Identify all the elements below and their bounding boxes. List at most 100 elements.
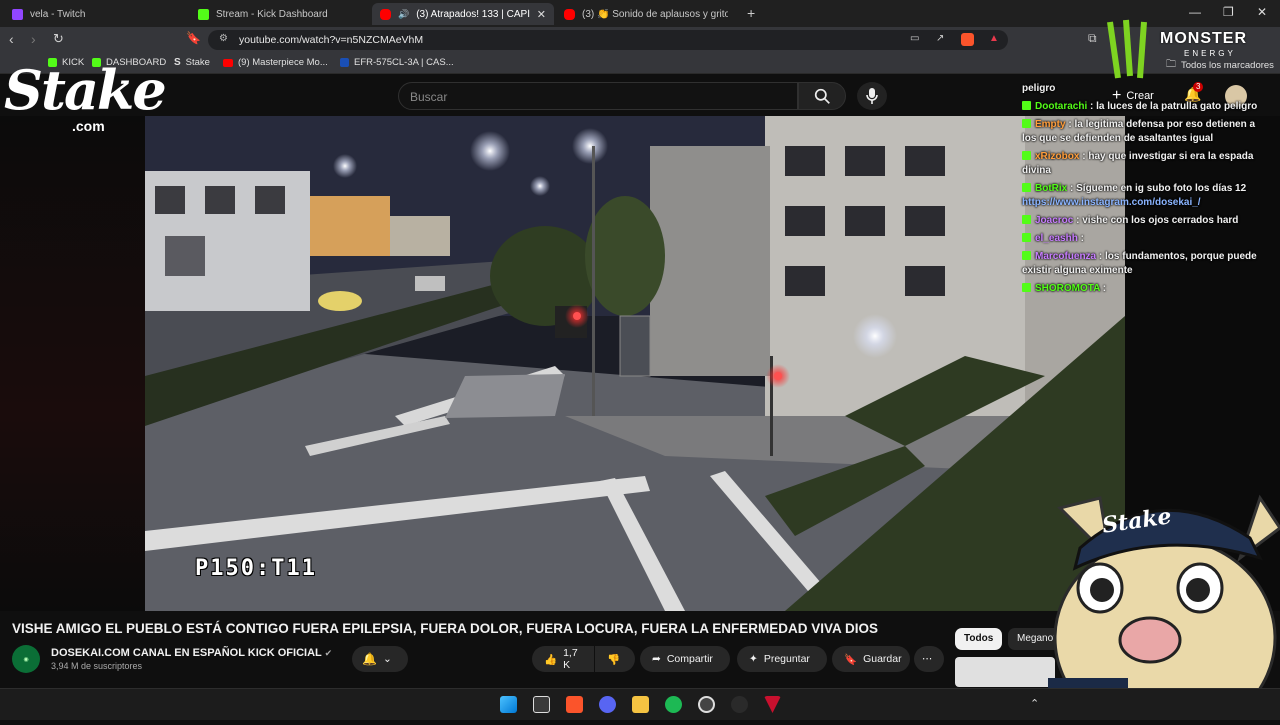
monster-logo-sub: ENERGY — [1184, 49, 1236, 58]
voice-search-button[interactable] — [857, 82, 887, 110]
reload-icon[interactable]: ↻ — [53, 31, 64, 47]
ask-button[interactable]: ✦ Preguntar — [737, 646, 827, 672]
tab-kick-dashboard[interactable]: Stream - Kick Dashboard — [190, 3, 370, 25]
app-icon[interactable] — [731, 696, 748, 713]
task-view-icon[interactable] — [533, 696, 550, 713]
subscriber-count: 3,94 M de suscriptores — [51, 661, 143, 671]
kick-badge-icon — [1022, 183, 1031, 192]
cast-icon[interactable]: ▭ — [910, 33, 919, 44]
video-title: VISHE AMIGO EL PUEBLO ESTÁ CONTIGO FUERA… — [12, 621, 879, 636]
kick-badge-icon — [1022, 101, 1031, 110]
casio-icon — [340, 58, 349, 67]
chat-username[interactable]: el_eashh — [1035, 233, 1078, 244]
left-background — [0, 116, 145, 611]
chat-text: peligro — [1022, 83, 1056, 94]
chat-text: : — [1080, 233, 1084, 244]
video-player[interactable]: P150:T11 — [145, 116, 1125, 611]
bookmark-casio[interactable]: EFR-575CL-3A | CAS... — [340, 57, 454, 68]
kick-badge-icon — [1022, 215, 1031, 224]
microphone-icon — [866, 88, 878, 104]
dislike-button[interactable]: 👎 — [595, 646, 635, 672]
search-button[interactable] — [798, 82, 846, 110]
channel-name-text: DOSEKAI.COM CANAL EN ESPAÑOL KICK OFICIA… — [51, 647, 322, 659]
chat-username[interactable]: Marcofuenza — [1035, 251, 1096, 262]
chat-username[interactable]: Joacroc — [1035, 215, 1073, 226]
chat-username[interactable]: Dootarachi — [1035, 101, 1087, 112]
tab-youtube-active[interactable]: 🔊 (3) Atrapados! 133 | CAPÍTUL ✕ — [372, 3, 554, 25]
chat-username[interactable]: BotRix — [1035, 183, 1067, 194]
chat-link[interactable]: https://www.instagram.com/dosekai_/ — [1022, 197, 1201, 208]
discord-icon[interactable] — [599, 696, 616, 713]
tidal-icon[interactable] — [764, 696, 781, 713]
url-text[interactable]: youtube.com/watch?v=n5NZCMAeVhM — [239, 34, 423, 46]
bookmark-icon[interactable]: 🔖 — [186, 31, 201, 45]
start-icon[interactable] — [500, 696, 517, 713]
tab-youtube-aplausos[interactable]: (3) 👏 Sonido de aplausos y gritos d — [556, 3, 736, 25]
bookmark-masterpiece[interactable]: (9) Masterpiece Mo... — [223, 57, 328, 68]
maximize-icon[interactable]: ❐ — [1223, 5, 1234, 19]
obs-icon[interactable] — [698, 696, 715, 713]
kick-badge-icon — [1022, 233, 1031, 242]
chat-message: peligro — [1022, 82, 1272, 96]
close-window-icon[interactable]: ✕ — [1257, 5, 1267, 19]
chat-message: Marcofuenza : los fundamentos, porque pu… — [1022, 250, 1272, 278]
spotify-icon[interactable] — [665, 696, 682, 713]
save-button[interactable]: 🔖 Guardar — [832, 646, 910, 672]
back-icon[interactable]: ‹ — [9, 31, 14, 47]
forward-icon[interactable]: › — [31, 31, 36, 47]
site-info-icon[interactable]: ⚙ — [219, 33, 228, 44]
channel-name[interactable]: DOSEKAI.COM CANAL EN ESPAÑOL KICK OFICIA… — [51, 647, 332, 659]
share-label: Compartir — [666, 653, 713, 665]
chevron-down-icon: ⌄ — [382, 653, 392, 665]
tab-title: (3) Atrapados! 133 | CAPÍTUL — [416, 8, 530, 20]
share-icon: ➦ — [652, 653, 661, 665]
search-input[interactable]: Buscar — [398, 82, 798, 110]
file-explorer-icon[interactable] — [632, 696, 649, 713]
subscribe-bell-button[interactable]: 🔔 ⌄ — [352, 646, 408, 672]
address-bar[interactable]: ⚙ youtube.com/watch?v=n5NZCMAeVhM ▭ ↗ ▲ — [208, 30, 1008, 50]
like-button[interactable]: 👍 1,7 K — [532, 646, 594, 672]
monster-claw-icon — [1107, 19, 1147, 79]
share-button[interactable]: ➦ Compartir — [640, 646, 730, 672]
tab-twitch[interactable]: vela - Twitch — [4, 3, 190, 25]
chat-text: : vishe con los ojos cerrados hard — [1076, 215, 1239, 226]
more-actions-button[interactable]: ⋯ — [914, 646, 944, 672]
windows-taskbar: ⌃ — [0, 688, 1280, 720]
ask-label: Preguntar — [763, 653, 810, 665]
chip-todos[interactable]: Todos — [955, 628, 1003, 650]
more-icon: ⋯ — [922, 653, 933, 665]
tab-title: Stream - Kick Dashboard — [216, 8, 328, 20]
tab-title: (3) 👏 Sonido de aplausos y gritos d — [582, 8, 728, 20]
search-icon — [814, 88, 830, 104]
chat-message: SHOROMOTA : — [1022, 282, 1272, 296]
chat-username[interactable]: SHOROMOTA — [1035, 283, 1100, 294]
new-tab-button[interactable]: + — [747, 5, 755, 21]
share-icon[interactable]: ↗ — [936, 33, 944, 44]
close-tab-icon[interactable]: ✕ — [537, 8, 546, 21]
chat-username[interactable]: xRizobox — [1035, 151, 1079, 162]
minimize-icon[interactable]: — — [1189, 5, 1201, 19]
save-label: Guardar — [863, 653, 902, 665]
extensions-icon[interactable]: ⧉ — [1088, 31, 1097, 46]
stake-logo: Stake .com — [4, 58, 179, 138]
bookmark-label: Stake — [185, 57, 210, 68]
channel-avatar[interactable]: ◉ — [12, 645, 40, 673]
chat-username[interactable]: Empty — [1035, 119, 1066, 130]
kick-badge-icon — [1022, 283, 1031, 292]
bookmark-stake[interactable]: S Stake — [174, 57, 210, 68]
chevron-up-icon[interactable]: ⌃ — [1030, 697, 1039, 710]
brave-browser-icon[interactable] — [566, 696, 583, 713]
video-frame — [145, 116, 1125, 611]
bell-icon: 🔔 — [362, 652, 377, 666]
camera-code-label: P150:T11 — [195, 556, 317, 581]
speaker-icon: 🔊 — [398, 8, 410, 19]
bookmarks-bar: KICK DASHBOARD S Stake (9) Masterpiece M… — [0, 53, 1280, 74]
youtube-icon — [564, 8, 575, 20]
chat-message: Empty : la legitima defensa por eso deti… — [1022, 118, 1272, 146]
search-placeholder: Buscar — [410, 90, 448, 104]
brave-rewards-icon[interactable]: ▲ — [989, 33, 999, 44]
monster-logo-text: MONSTER — [1160, 30, 1247, 47]
chat-text: : la luces de la patrulla gato peligro — [1090, 101, 1258, 112]
tab-title: vela - Twitch — [30, 8, 86, 20]
brave-shield-icon[interactable] — [961, 33, 974, 46]
